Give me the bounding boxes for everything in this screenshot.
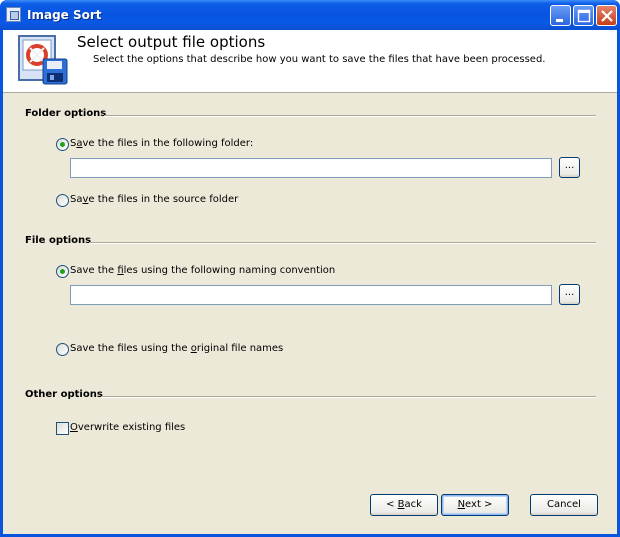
minimize-icon	[556, 19, 563, 22]
save-to-source-radio[interactable]	[56, 194, 69, 207]
save-disk-icon	[18, 35, 68, 85]
file-options-divider	[89, 242, 596, 244]
title-bar[interactable]: Image Sort	[0, 0, 620, 30]
browse-folder-button[interactable]: ...	[559, 157, 580, 178]
naming-convention-input[interactable]	[70, 285, 552, 305]
naming-convention-radio[interactable]	[56, 265, 69, 278]
wizard-header: Select output file options Select the op…	[3, 30, 617, 93]
window-title: Image Sort	[27, 8, 102, 22]
other-options-divider	[101, 396, 596, 398]
close-button[interactable]	[596, 5, 617, 26]
maximize-button[interactable]	[573, 5, 594, 26]
dialog-body: Select output file options Select the op…	[3, 30, 617, 534]
save-to-folder-label[interactable]: Save the files in the following folder:	[70, 138, 253, 149]
image-sort-window: Image Sort Select output file options Se…	[0, 0, 620, 537]
original-names-radio[interactable]	[56, 343, 69, 356]
page-subtitle: Select the options that describe how you…	[93, 54, 546, 65]
next-button[interactable]: Next >	[441, 494, 509, 516]
close-icon	[601, 10, 613, 22]
naming-convention-label[interactable]: Save the files using the following namin…	[70, 265, 335, 276]
output-folder-input[interactable]	[70, 158, 552, 178]
overwrite-label[interactable]: Overwrite existing files	[70, 422, 185, 433]
back-button[interactable]: < Back	[370, 494, 438, 516]
original-names-label[interactable]: Save the files using the original file n…	[70, 343, 283, 354]
browse-naming-button[interactable]: ...	[559, 284, 580, 305]
app-icon[interactable]	[6, 7, 21, 22]
folder-options-divider	[104, 115, 596, 117]
overwrite-checkbox[interactable]	[56, 422, 69, 435]
minimize-button[interactable]	[550, 5, 571, 26]
cancel-button[interactable]: Cancel	[530, 494, 598, 516]
save-to-source-label[interactable]: Save the files in the source folder	[70, 194, 238, 205]
page-title: Select output file options	[77, 33, 266, 51]
maximize-icon	[577, 9, 591, 23]
save-to-folder-radio[interactable]	[56, 138, 69, 151]
folder-options-heading: Folder options	[25, 108, 107, 119]
file-options-heading: File options	[25, 235, 92, 246]
other-options-heading: Other options	[25, 389, 103, 400]
